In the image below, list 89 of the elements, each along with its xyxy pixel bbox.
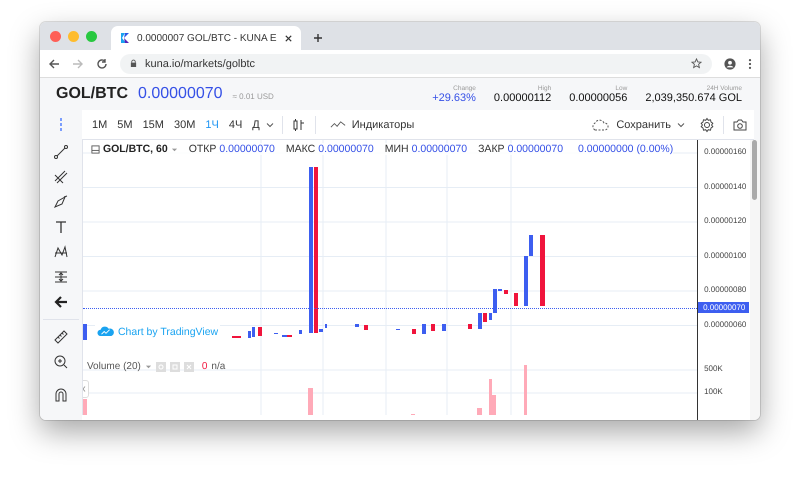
- price-tick-label: 0.00000100: [704, 250, 746, 260]
- volume-bar: [476, 408, 482, 415]
- lock-icon: [130, 59, 137, 68]
- volume-bar: [82, 399, 87, 415]
- current-price-label: 0.00000070: [698, 302, 750, 313]
- symbol-label: GOL/BTC, 60: [102, 143, 168, 155]
- stat-value: +29.63%: [432, 92, 476, 104]
- cloud-icon: [590, 118, 610, 130]
- caret-icon: [677, 120, 685, 128]
- interval-button[interactable]: 15M: [138, 116, 168, 132]
- pitchfork-icon[interactable]: [52, 169, 69, 185]
- ruler-icon[interactable]: [52, 329, 69, 345]
- interval-button[interactable]: Д: [248, 116, 264, 132]
- price-tick-label: 0.00000080: [704, 285, 746, 294]
- camera-icon[interactable]: [732, 116, 748, 132]
- close-window-dot[interactable]: [50, 30, 61, 42]
- candle: [540, 235, 545, 306]
- magnet-icon[interactable]: [52, 387, 69, 403]
- cloud-logo-icon: [96, 325, 115, 338]
- settings-icon[interactable]: [699, 116, 715, 132]
- interval-button[interactable]: 5M: [113, 116, 137, 132]
- candle: [258, 327, 262, 336]
- browser-tab[interactable]: 0.0000007 GOL/BTC - KUNA E: [111, 26, 301, 50]
- indicators-button[interactable]: Индикаторы: [324, 118, 420, 132]
- candle: [298, 330, 302, 334]
- candle: [468, 324, 472, 329]
- pattern-icon[interactable]: [52, 244, 69, 260]
- wave-icon: [330, 120, 346, 129]
- trend-line-icon[interactable]: [52, 144, 69, 160]
- ohlc-value: 0.00000070: [508, 143, 564, 155]
- volume-tick-label: 500K: [704, 364, 723, 373]
- back-icon[interactable]: [48, 58, 60, 70]
- price-tick-label: 0.00000140: [704, 182, 746, 190]
- collapse-icon[interactable]: [90, 144, 100, 154]
- site-logo-icon: [119, 32, 131, 44]
- save-button[interactable]: Сохранить: [584, 118, 691, 132]
- reload-icon[interactable]: [96, 58, 108, 70]
- interval-button[interactable]: 1M: [88, 116, 112, 132]
- candle: [422, 324, 426, 334]
- zoom-in-icon[interactable]: [52, 354, 69, 370]
- volume-bar: [308, 388, 313, 415]
- candle: [82, 324, 87, 340]
- candles-icon[interactable]: [290, 116, 307, 132]
- ohlc-label: МИН: [384, 143, 409, 155]
- volume-value: 0: [202, 361, 208, 372]
- price-tick-label: 0.00000120: [704, 216, 746, 225]
- volume-ma-value: n/a: [211, 361, 226, 372]
- price-change: 0.00000000 (0.00%): [578, 143, 674, 155]
- ohlc-value: 0.00000070: [318, 143, 374, 155]
- candle: [442, 324, 446, 331]
- volume-tick-label: 100K: [704, 387, 723, 396]
- ohlc-label: МАКС: [286, 143, 316, 155]
- candle: [412, 329, 416, 334]
- brush-icon[interactable]: [52, 194, 69, 210]
- candle: [504, 290, 508, 294]
- menu-icon[interactable]: [748, 58, 752, 70]
- candle: [324, 324, 327, 328]
- scrollbar-thumb[interactable]: [752, 140, 758, 200]
- ohlc-value: 0.00000070: [219, 143, 275, 155]
- minimize-window-dot[interactable]: [68, 30, 79, 42]
- ohlc-label: ОТКР: [188, 143, 216, 155]
- candle: [364, 325, 368, 330]
- interval-button[interactable]: 30M: [170, 116, 200, 132]
- candle: [514, 293, 518, 306]
- stat-value: 0.00000056: [569, 92, 628, 104]
- new-tab-icon[interactable]: [313, 33, 323, 43]
- stat-value: 2,039,350.674 GOL: [645, 92, 742, 104]
- arrow-left-icon[interactable]: [52, 294, 69, 310]
- interval-button[interactable]: 4Ч: [224, 116, 246, 132]
- stat-value: 0.00000112: [494, 92, 552, 104]
- profile-icon[interactable]: [724, 58, 736, 70]
- close-tab-icon[interactable]: [284, 34, 293, 42]
- price-tick-label: 0.00000160: [704, 147, 746, 156]
- zoom-window-dot[interactable]: [86, 30, 97, 42]
- last-price: 0.00000070: [138, 85, 223, 103]
- tab-title: 0.0000007 GOL/BTC - KUNA E: [137, 32, 278, 44]
- candle: [430, 324, 435, 331]
- volume-bar: [524, 365, 527, 415]
- candle: [354, 324, 359, 327]
- measure-icon[interactable]: [52, 269, 69, 285]
- ohlc-label: ЗАКР: [478, 143, 505, 155]
- price-tick-label: 0.00000060: [704, 320, 746, 328]
- ohlc-value: 0.00000070: [412, 143, 468, 155]
- address-field[interactable]: kuna.io/markets/golbtc: [120, 54, 712, 74]
- bookmark-star-icon[interactable]: [691, 58, 702, 69]
- caret-icon[interactable]: [266, 120, 274, 128]
- usd-price: ≈ 0.01 USD: [232, 92, 274, 101]
- pair-title: GOL/BTC: [56, 85, 128, 103]
- volume-label: Volume (20): [86, 361, 141, 372]
